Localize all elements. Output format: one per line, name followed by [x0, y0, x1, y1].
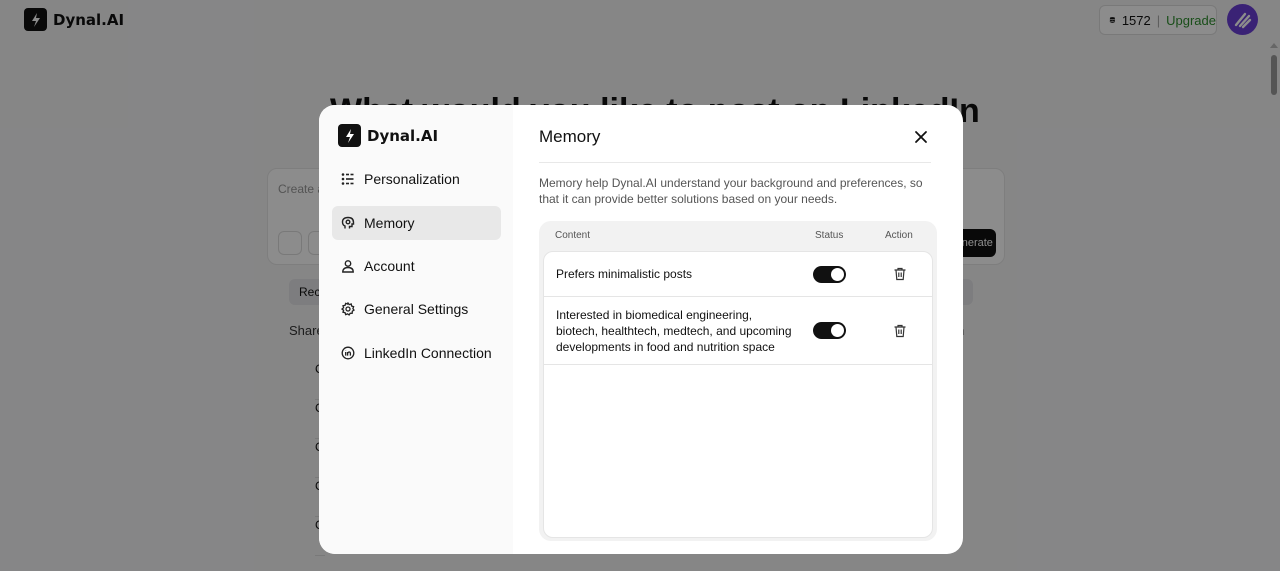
- table-row: Prefers minimalistic posts: [544, 252, 932, 297]
- settings-sidebar: Dynal.AI Personalization Memory Account …: [319, 105, 513, 554]
- toggle-knob: [831, 268, 844, 281]
- brain-icon: [341, 216, 355, 229]
- memory-panel: Memory Memory help Dynal.AI understand y…: [513, 105, 963, 554]
- sidebar-item-label: Memory: [364, 215, 415, 231]
- memory-content: Interested in biomedical engineering, bi…: [556, 308, 792, 354]
- modal-brand: Dynal.AI: [338, 124, 438, 147]
- memory-table: Content Status Action Prefers minimalist…: [539, 221, 937, 541]
- sidebar-item-account[interactable]: Account: [332, 249, 501, 283]
- sidebar-item-linkedin-connection[interactable]: LinkedIn Connection: [332, 336, 501, 370]
- sidebar-item-label: Account: [364, 258, 415, 274]
- table-body: Prefers minimalistic posts Interested in…: [543, 251, 933, 538]
- sidebar-item-label: Personalization: [364, 171, 460, 187]
- page-scrollbar[interactable]: [1268, 0, 1280, 571]
- memory-status-toggle[interactable]: [813, 266, 846, 283]
- brand-logo-icon: [338, 124, 361, 147]
- linkedin-icon: [341, 346, 355, 360]
- user-icon: [342, 260, 354, 273]
- sidebar-item-personalization[interactable]: Personalization: [332, 162, 501, 196]
- sidebar-item-label: LinkedIn Connection: [364, 345, 492, 361]
- close-icon[interactable]: [913, 129, 929, 145]
- memory-status-toggle[interactable]: [813, 322, 846, 339]
- column-header-status: Status: [815, 230, 844, 241]
- scroll-thumb[interactable]: [1271, 55, 1277, 95]
- sliders-icon: [341, 173, 354, 185]
- memory-content: Prefers minimalistic posts: [556, 267, 693, 281]
- page-title: Memory: [539, 127, 601, 146]
- memory-modal: Dynal.AI Personalization Memory Account …: [319, 105, 963, 554]
- column-header-action: Action: [885, 230, 913, 241]
- sidebar-item-general-settings[interactable]: General Settings: [332, 292, 501, 326]
- sidebar-item-label: General Settings: [364, 301, 469, 317]
- column-header-content: Content: [555, 230, 591, 241]
- trash-icon[interactable]: [893, 267, 907, 281]
- scroll-up-arrow-icon[interactable]: [1270, 43, 1278, 48]
- trash-icon[interactable]: [893, 324, 907, 338]
- toggle-knob: [831, 324, 844, 337]
- modal-brand-name: Dynal.AI: [367, 126, 439, 145]
- header-divider: [539, 162, 931, 163]
- sidebar-item-memory[interactable]: Memory: [332, 206, 501, 240]
- gear-icon: [341, 302, 355, 316]
- memory-description: Memory help Dynal.AI understand your bac…: [539, 176, 923, 206]
- table-header: Content Status Action: [539, 221, 937, 251]
- table-row: Interested in biomedical engineering, bi…: [544, 297, 932, 365]
